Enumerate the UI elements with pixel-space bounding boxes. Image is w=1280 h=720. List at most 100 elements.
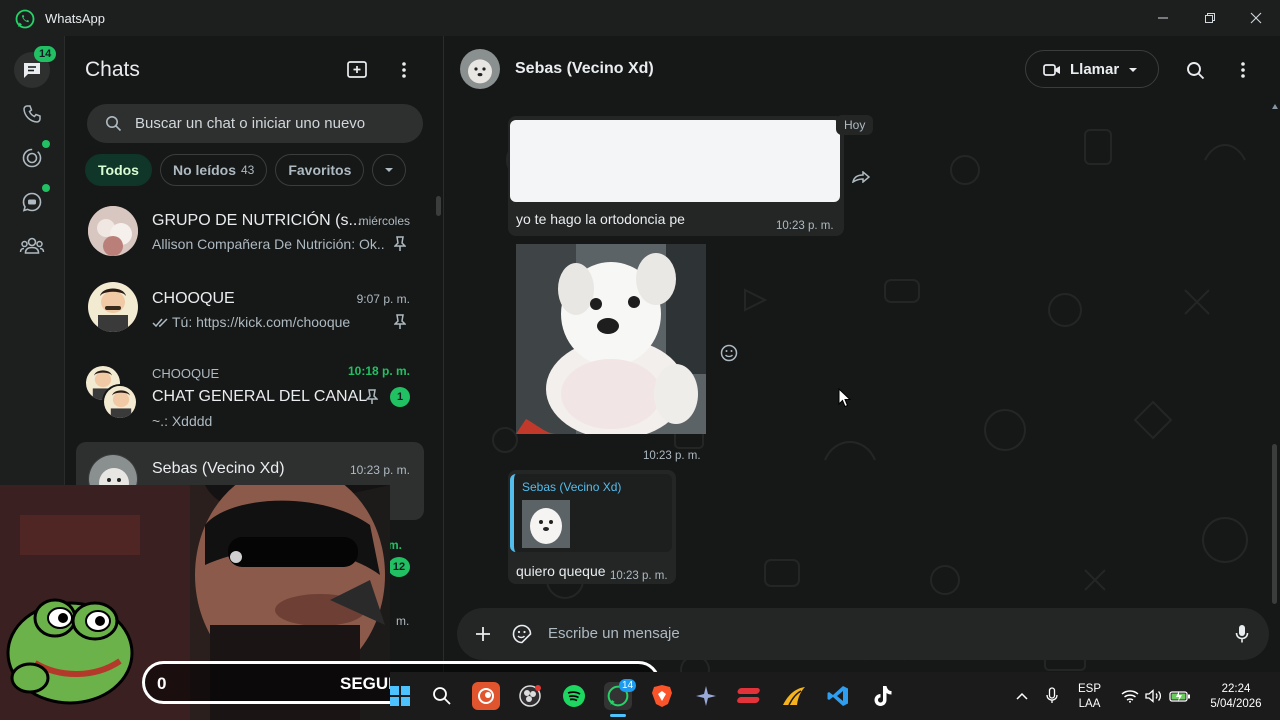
tiktok-icon [874,686,892,706]
forward-button[interactable] [847,163,875,191]
message-text: quiero queque [516,563,606,579]
new-chat-icon [347,61,367,78]
minimize-button[interactable] [1148,6,1178,30]
chat-list-scrollbar[interactable] [436,196,441,216]
rail-communities-button[interactable] [14,228,50,264]
pin-icon [366,389,378,404]
filter-no-leidos[interactable]: No leídos 43 [159,154,268,186]
contact-avatar[interactable] [460,49,500,89]
taskbar-app-obs[interactable] [516,682,544,710]
filter-label: Favoritos [288,162,352,178]
search-input[interactable]: Buscar un chat o iniciar uno nuevo [87,104,423,143]
taskbar-app-red[interactable] [736,682,764,710]
brave-icon [652,685,672,707]
search-icon [433,687,451,705]
quoted-image-thumbnail [522,500,570,548]
chat-time: 10:18 p. m. [347,364,410,378]
rail-calls-button[interactable] [14,96,50,132]
chat-last-message: Tú: https://kick.com/chooque [172,314,351,330]
conversation-scrollbar[interactable] [1272,104,1278,604]
unread-count-badge: 1 [390,387,410,407]
chevron-up-icon [1016,692,1028,700]
unread-count-badge: 12 [388,557,410,577]
close-icon [1250,12,1262,24]
chat-name: CHAT GENERAL DEL CANAL [152,388,368,405]
taskbar-app-brave[interactable] [648,682,676,710]
message-composer: Escribe un mensaje [457,608,1269,660]
obs-icon [519,685,541,707]
taskbar-app-tiktok[interactable] [868,682,896,710]
filter-todos[interactable]: Todos [85,154,152,186]
channels-new-dot [42,184,50,192]
sticker-button[interactable] [508,620,536,648]
input-language-indicator[interactable]: ESP LAA [1078,682,1101,712]
chat-time: m. [388,538,403,552]
search-placeholder: Buscar un chat o iniciar uno nuevo [135,115,366,132]
panel-menu-button[interactable] [390,56,418,84]
chevron-down-icon [1129,68,1137,72]
whatsapp-taskbar-badge: 14 [619,679,637,692]
chat-menu-button[interactable] [1229,56,1257,84]
title-bar: WhatsApp [0,0,1280,36]
chat-time: 9:07 p. m. [356,292,410,306]
quoted-message[interactable]: Sebas (Vecino Xd) [510,474,672,552]
chat-item-chat-general[interactable]: CHOOQUE 10:18 p. m. CHAT GENERAL DEL CAN… [76,352,424,442]
taskbar-app-spotify[interactable] [560,682,588,710]
message-bubble[interactable]: yo te hago la ortodoncia pe 10:23 p. m. [508,116,844,236]
search-icon [1186,61,1204,79]
call-label: Llamar [1070,61,1120,78]
microphone-icon [1235,625,1249,643]
tray-volume[interactable] [1140,682,1168,710]
phone-icon [23,105,41,123]
link-preview-card[interactable] [510,120,840,202]
tray-battery[interactable] [1166,682,1194,710]
wifi-icon [1121,690,1139,703]
sticker-icon [512,624,532,644]
taskbar-search-button[interactable] [428,682,456,710]
status-new-dot [42,140,50,148]
followers-count: 0 [157,674,167,693]
tray-overflow-button[interactable] [1008,682,1036,710]
react-button[interactable] [715,339,743,367]
chat-item-chooque[interactable]: CHOOQUE 9:07 p. m. Tú: https://kick.com/… [76,270,424,348]
cartoon-avatar-icon [104,386,136,418]
status-icon [22,148,42,168]
taskbar-app-yellow[interactable] [780,682,808,710]
chat-last-message: Allison Compañera De Nutrición: Ok... [152,236,384,252]
language-code: ESP [1078,683,1102,695]
avatar [88,206,138,256]
double-check-icon [152,318,168,328]
message-time: 10:23 p. m. [776,220,834,232]
taskbar-app-vscode[interactable] [824,682,852,710]
voice-message-button[interactable] [1228,620,1256,648]
image-message[interactable] [511,240,711,436]
filter-more-dropdown[interactable] [372,154,407,186]
start-button[interactable] [386,682,414,710]
message-input[interactable]: Escribe un mensaje [548,625,680,642]
filter-favoritos[interactable]: Favoritos [275,154,365,186]
message-bubble[interactable]: Sebas (Vecino Xd) quiero queque 10:23 p.… [508,470,676,584]
search-in-chat-button[interactable] [1181,56,1209,84]
restore-button[interactable] [1195,6,1225,30]
spotify-icon [563,685,585,707]
chat-item-grupo-nutricion[interactable]: GRUPO DE NUTRICIÓN (s... miércoles Allis… [76,192,424,270]
windows-start-icon [390,686,410,706]
chat-time: m. [396,614,410,628]
taskbar-app-generic[interactable] [692,682,720,710]
filter-chips: Todos No leídos 43 Favoritos [85,154,407,186]
dog-photo[interactable] [516,244,706,434]
tray-microphone[interactable] [1038,682,1066,710]
new-chat-button[interactable] [343,56,371,84]
system-clock[interactable]: 22:24 5/04/2026 [1204,682,1268,712]
attach-button[interactable] [469,620,497,648]
call-button[interactable]: Llamar [1025,50,1159,88]
chat-time: 10:23 p. m. [349,463,410,477]
whatsapp-logo-icon [15,9,35,29]
close-button[interactable] [1241,6,1271,30]
chat-name: Sebas (Vecino Xd) [152,460,285,477]
video-camera-icon [1043,64,1060,76]
message-time: 10:23 p. m. [643,450,701,462]
taskbar-app-crunchyroll[interactable] [472,682,500,710]
more-vertical-icon [402,62,406,78]
contact-name[interactable]: Sebas (Vecino Xd) [515,60,654,78]
